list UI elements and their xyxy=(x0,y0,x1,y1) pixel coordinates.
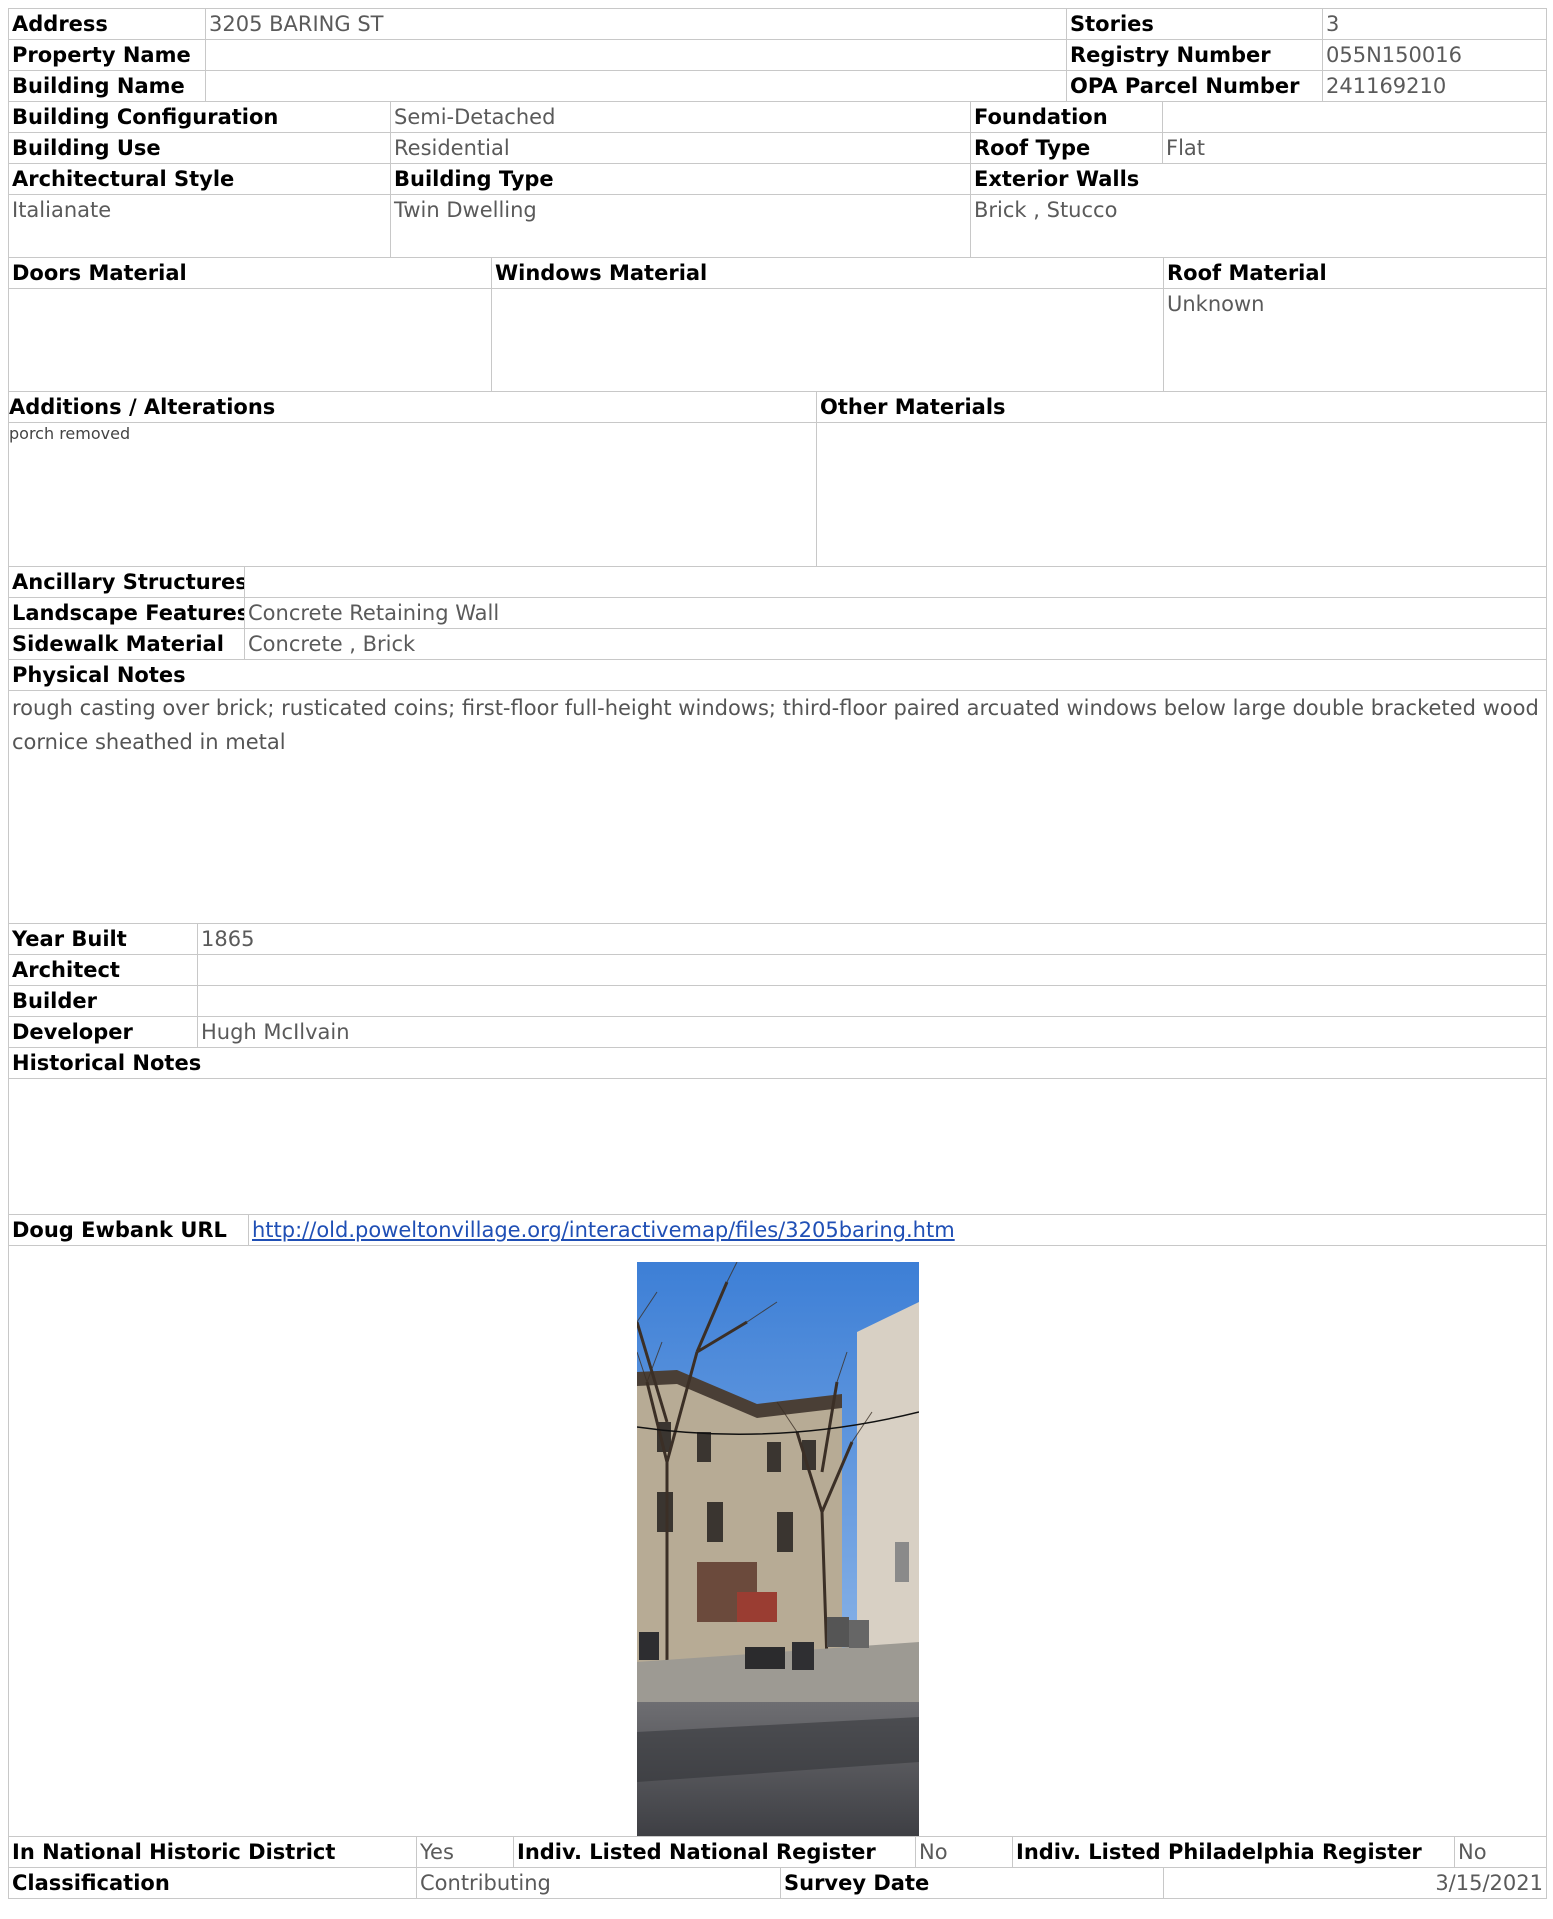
survey-date-value: 3/15/2021 xyxy=(1163,1867,1547,1899)
building-name-value xyxy=(205,70,1067,102)
roof-material-label: Roof Material xyxy=(1163,257,1547,289)
architectural-style-value: Italianate xyxy=(8,194,391,258)
building-photo-image xyxy=(637,1262,919,1836)
doug-ewbank-url-label: Doug Ewbank URL xyxy=(8,1214,249,1246)
stories-label: Stories xyxy=(1066,8,1323,40)
building-configuration-value: Semi-Detached xyxy=(390,101,971,133)
survey-date-label: Survey Date xyxy=(780,1867,1164,1899)
developer-value: Hugh McIlvain xyxy=(197,1016,1547,1048)
historical-notes-value xyxy=(8,1078,1547,1215)
classification-label: Classification xyxy=(8,1867,417,1899)
developer-label: Developer xyxy=(8,1016,198,1048)
roof-material-value: Unknown xyxy=(1163,288,1547,392)
doug-ewbank-url-link[interactable]: http://old.poweltonvillage.org/interacti… xyxy=(252,1218,955,1242)
architect-value xyxy=(197,954,1547,986)
classification-value: Contributing xyxy=(416,1867,781,1899)
historical-notes-label: Historical Notes xyxy=(8,1047,1547,1079)
address-value: 3205 BARING ST xyxy=(205,8,1067,40)
windows-material-value xyxy=(491,288,1164,392)
indiv-listed-philadelphia-label: Indiv. Listed Philadelphia Register xyxy=(1012,1836,1455,1868)
builder-value xyxy=(197,985,1547,1017)
stories-value: 3 xyxy=(1322,8,1547,40)
architect-label: Architect xyxy=(8,954,198,986)
roof-type-value: Flat xyxy=(1162,132,1547,164)
historical-notes-table: Historical Notes xyxy=(8,1047,1547,1215)
landscape-features-label: Landscape Features xyxy=(8,597,245,629)
identification-table: Address 3205 BARING ST Stories 3 Propert… xyxy=(8,8,1547,102)
building-type-value: Twin Dwelling xyxy=(390,194,971,258)
exterior-walls-value: Brick , Stucco xyxy=(970,194,1547,258)
year-built-label: Year Built xyxy=(8,923,198,955)
registry-number-label: Registry Number xyxy=(1066,39,1323,71)
building-attributes-table: Building Configuration Semi-Detached Fou… xyxy=(8,101,1547,164)
builder-label: Builder xyxy=(8,985,198,1017)
other-materials-label: Other Materials xyxy=(816,391,1547,423)
indiv-listed-national-value: No xyxy=(915,1836,1013,1868)
building-type-label: Building Type xyxy=(390,163,971,195)
alterations-table: Additions / Alterations Other Materials … xyxy=(8,391,1547,567)
in-national-historic-district-label: In National Historic District xyxy=(8,1836,417,1868)
physical-notes-label: Physical Notes xyxy=(8,659,1547,691)
property-record-sheet: Address 3205 BARING ST Stories 3 Propert… xyxy=(8,8,1547,1899)
in-national-historic-district-value: Yes xyxy=(416,1836,514,1868)
architectural-style-label: Architectural Style xyxy=(8,163,391,195)
address-label: Address xyxy=(8,8,206,40)
foundation-value xyxy=(1162,101,1547,133)
opa-parcel-number-value: 241169210 xyxy=(1322,70,1547,102)
building-photo[interactable] xyxy=(637,1262,919,1836)
url-table: Doug Ewbank URL http://old.poweltonvilla… xyxy=(8,1214,1547,1246)
property-name-value xyxy=(205,39,1067,71)
register-table: In National Historic District Yes Indiv.… xyxy=(8,1836,1547,1868)
building-configuration-label: Building Configuration xyxy=(8,101,391,133)
property-name-label: Property Name xyxy=(8,39,206,71)
style-table: Architectural Style Building Type Exteri… xyxy=(8,163,1547,258)
doors-material-value xyxy=(8,288,492,392)
classification-table: Classification Contributing Survey Date … xyxy=(8,1867,1547,1899)
ancillary-structures-label: Ancillary Structures xyxy=(8,566,245,598)
sidewalk-material-value: Concrete , Brick xyxy=(244,628,1547,660)
exterior-walls-label: Exterior Walls xyxy=(970,163,1547,195)
photo-cell xyxy=(8,1245,1547,1837)
roof-type-label: Roof Type xyxy=(970,132,1163,164)
indiv-listed-national-label: Indiv. Listed National Register xyxy=(513,1836,916,1868)
landscape-features-value: Concrete Retaining Wall xyxy=(244,597,1547,629)
other-materials-value xyxy=(816,422,1547,567)
foundation-label: Foundation xyxy=(970,101,1163,133)
additions-value: porch removed xyxy=(8,422,817,567)
indiv-listed-philadelphia-value: No xyxy=(1454,1836,1547,1868)
building-name-label: Building Name xyxy=(8,70,206,102)
materials-table: Doors Material Windows Material Roof Mat… xyxy=(8,257,1547,392)
physical-notes-table: Physical Notes rough casting over brick;… xyxy=(8,659,1547,924)
site-features-table: Ancillary Structures Landscape Features … xyxy=(8,566,1547,660)
sidewalk-material-label: Sidewalk Material xyxy=(8,628,245,660)
doors-material-label: Doors Material xyxy=(8,257,492,289)
year-built-value: 1865 xyxy=(197,923,1547,955)
doug-ewbank-url-cell: http://old.poweltonvillage.org/interacti… xyxy=(248,1214,1547,1246)
windows-material-label: Windows Material xyxy=(491,257,1164,289)
building-use-value: Residential xyxy=(390,132,971,164)
photo-table xyxy=(8,1245,1547,1837)
ancillary-structures-value xyxy=(244,566,1547,598)
physical-notes-value: rough casting over brick; rusticated coi… xyxy=(8,690,1547,924)
building-use-label: Building Use xyxy=(8,132,391,164)
provenance-table: Year Built 1865 Architect Builder Develo… xyxy=(8,923,1547,1048)
registry-number-value: 055N150016 xyxy=(1322,39,1547,71)
opa-parcel-number-label: OPA Parcel Number xyxy=(1066,70,1323,102)
additions-label: Additions / Alterations xyxy=(8,391,817,423)
